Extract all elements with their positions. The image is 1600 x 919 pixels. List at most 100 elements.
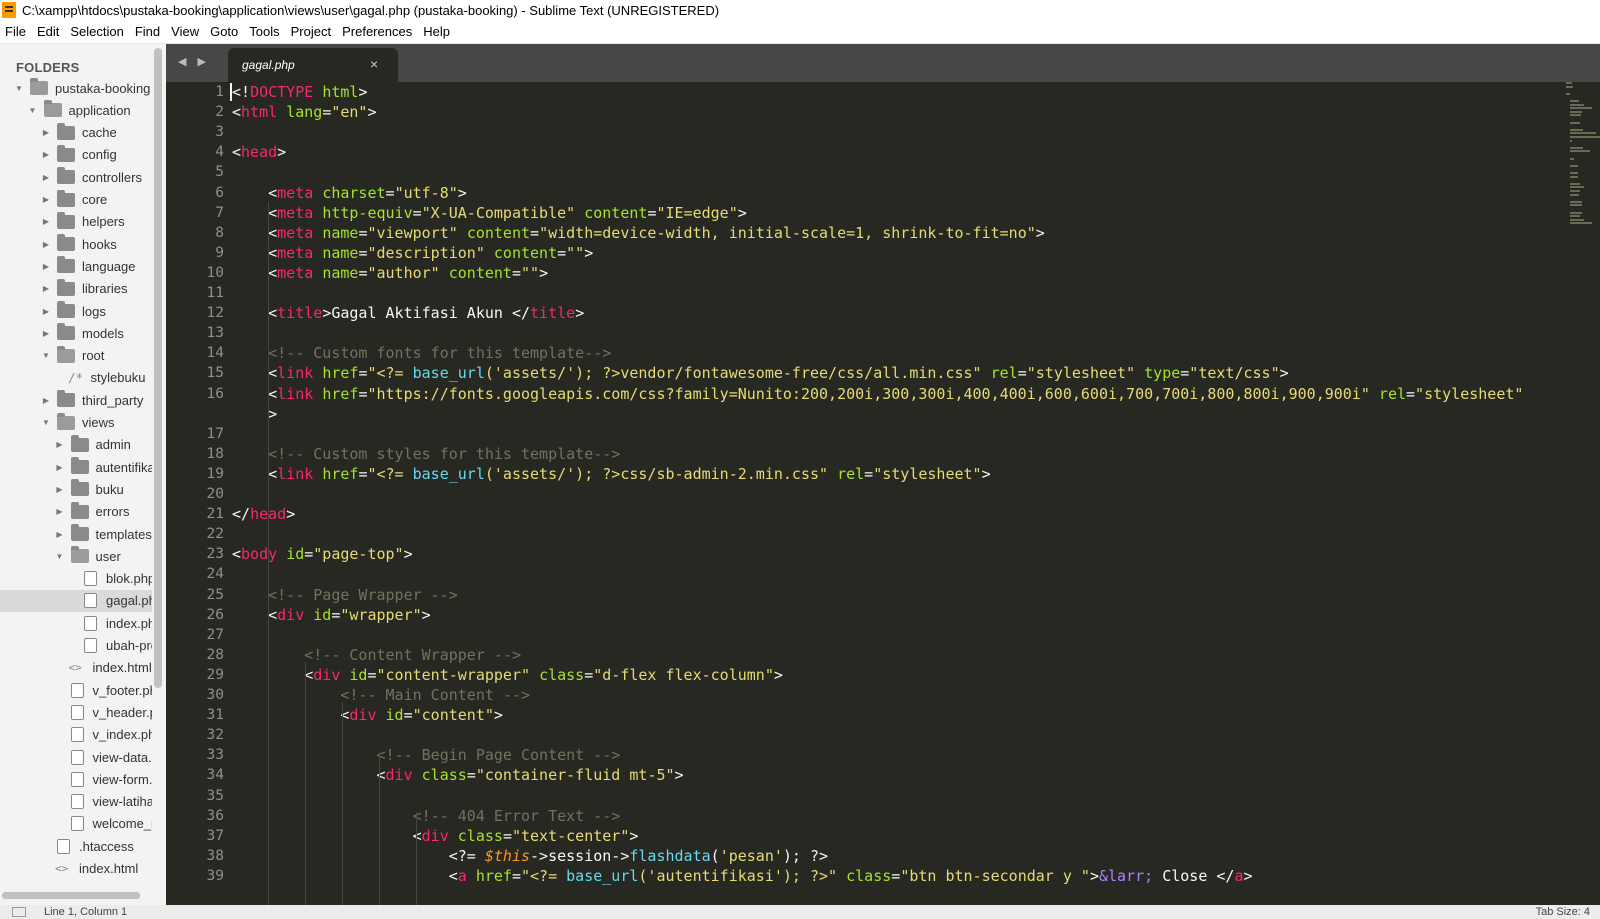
tree-item-file[interactable]: view-form.php <box>0 768 152 790</box>
tree-item-folder[interactable]: ▶ admin <box>0 434 152 456</box>
code-line[interactable]: <a href="<?= base_url('autentifikasi'); … <box>232 866 1253 886</box>
tree-item-folder[interactable]: ▼ views <box>0 412 152 434</box>
tree-item-file[interactable]: v_header.php <box>0 701 152 723</box>
tree-item-folder[interactable]: ▶ buku <box>0 478 152 500</box>
tree-item-folder[interactable]: ▶ cache <box>0 122 152 144</box>
disclosure-closed-icon[interactable]: ▶ <box>55 507 65 517</box>
tree-item-folder[interactable]: ▶ templates <box>0 523 152 545</box>
code-line[interactable]: <!-- Page Wrapper --> <box>232 585 458 605</box>
code-line[interactable]: <!-- Begin Page Content --> <box>232 745 620 765</box>
tree-item-link[interactable]: /* stylebuku <box>0 367 152 389</box>
code-line[interactable]: <head> <box>232 142 286 162</box>
code-line[interactable]: <!-- Custom styles for this template--> <box>232 444 620 464</box>
menu-view[interactable]: View <box>166 24 205 39</box>
tree-item-folder[interactable]: ▶ helpers <box>0 211 152 233</box>
tree-item-folder[interactable]: ▶ errors <box>0 501 152 523</box>
tab-close-icon[interactable]: × <box>370 56 378 72</box>
code-line[interactable]: <meta name="author" content=""> <box>232 263 548 283</box>
code-line[interactable]: <?= $this->session->flashdata('pesan'); … <box>232 846 828 866</box>
minimap[interactable] <box>1566 82 1600 242</box>
menu-file[interactable]: File <box>0 24 32 39</box>
code-line[interactable]: </head> <box>232 504 295 524</box>
code-line[interactable]: <!-- 404 Error Text --> <box>232 806 621 826</box>
code-line[interactable]: <!DOCTYPE html> <box>232 82 367 102</box>
code-line[interactable]: <!-- Custom fonts for this template--> <box>232 343 611 363</box>
disclosure-closed-icon[interactable]: ▶ <box>41 217 51 227</box>
tree-item-folder[interactable]: ▶ hooks <box>0 233 152 255</box>
code-line[interactable]: <meta http-equiv="X-UA-Compatible" conte… <box>232 203 747 223</box>
menu-project[interactable]: Project <box>286 24 337 39</box>
menu-edit[interactable]: Edit <box>32 24 65 39</box>
menu-goto[interactable]: Goto <box>205 24 244 39</box>
menu-preferences[interactable]: Preferences <box>337 24 418 39</box>
disclosure-closed-icon[interactable]: ▶ <box>41 150 51 160</box>
disclosure-open-icon[interactable]: ▼ <box>41 351 51 361</box>
tree-item-file[interactable]: view-latihan.php <box>0 791 152 813</box>
menu-tools[interactable]: Tools <box>244 24 285 39</box>
tree-item-file[interactable]: ubah-profile.php <box>0 635 152 657</box>
code-line[interactable]: <div class="text-center"> <box>232 826 639 846</box>
tree-item-folder[interactable]: ▶ core <box>0 189 152 211</box>
tree-item-folder[interactable]: ▶ libraries <box>0 278 152 300</box>
menu-help[interactable]: Help <box>418 24 456 39</box>
menu-selection[interactable]: Selection <box>65 24 129 39</box>
code-line[interactable]: <meta name="viewport" content="width=dev… <box>232 223 1045 243</box>
code-line[interactable]: > <box>232 404 277 424</box>
tree-item-file[interactable]: gagal.php <box>0 589 152 612</box>
disclosure-open-icon[interactable]: ▼ <box>41 418 51 428</box>
disclosure-closed-icon[interactable]: ▶ <box>41 172 51 182</box>
code-area[interactable]: <!DOCTYPE html> <html lang="en"> <head> <m… <box>232 82 1562 905</box>
disclosure-closed-icon[interactable]: ▶ <box>41 306 51 316</box>
sidebar-horizontal-scrollbar[interactable] <box>2 892 140 899</box>
code-line[interactable]: <title>Gagal Aktifasi Akun </title> <box>232 303 584 323</box>
code-editor[interactable]: 1 2 3 4 5 6 7 8 9 10 11 12 13 14 15 16 17 18 19 20 21 22 23 24 2… <box>166 82 1600 905</box>
tree-item-folder[interactable]: ▶ autentifikasi <box>0 456 152 478</box>
tree-item-file[interactable]: v_index.php <box>0 724 152 746</box>
tree-item-file[interactable]: welcome_message.php <box>0 813 152 835</box>
code-line[interactable]: <!-- Main Content --> <box>232 685 530 705</box>
tree-item-folder[interactable]: ▼ pustaka-booking <box>0 77 152 99</box>
code-line[interactable]: <div class="container-fluid mt-5"> <box>232 765 683 785</box>
code-line[interactable]: <link href = "<?= base_url('assets/'); ?>v… <box>232 363 1289 383</box>
disclosure-closed-icon[interactable]: ▶ <box>55 529 65 539</box>
code-line[interactable]: <link href = "<?= base_url('assets/'); ?>c… <box>232 464 991 484</box>
disclosure-closed-icon[interactable]: ▶ <box>41 395 51 405</box>
tree-item-file[interactable]: blok.php <box>0 568 152 590</box>
tree-item-folder[interactable]: ▶ controllers <box>0 166 152 188</box>
tree-item-file[interactable]: v_footer.php <box>0 679 152 701</box>
tree-item-html[interactable]: <> index.html <box>0 858 152 880</box>
tree-item-folder[interactable]: ▼ application <box>0 99 152 121</box>
disclosure-closed-icon[interactable]: ▶ <box>41 284 51 294</box>
tab-nav-arrows-icon[interactable]: ◀ ▶ <box>178 55 210 68</box>
code-line[interactable]: <div id="content-wrapper" class="d-flex … <box>232 665 783 685</box>
tree-item-folder[interactable]: ▶ language <box>0 255 152 277</box>
code-line[interactable]: <body id="page-top"> <box>232 544 413 564</box>
disclosure-open-icon[interactable]: ▼ <box>55 551 65 561</box>
tree-item-folder[interactable]: ▶ models <box>0 322 152 344</box>
tab-gagal-php[interactable]: gagal.php × <box>228 48 398 82</box>
tree-item-html[interactable]: <> index.html <box>0 657 152 679</box>
disclosure-open-icon[interactable]: ▼ <box>14 83 24 93</box>
disclosure-closed-icon[interactable]: ▶ <box>41 128 51 138</box>
disclosure-closed-icon[interactable]: ▶ <box>41 195 51 205</box>
disclosure-closed-icon[interactable]: ▶ <box>41 239 51 249</box>
tree-item-folder[interactable]: ▶ third_party <box>0 389 152 411</box>
code-line[interactable]: <meta charset="utf-8"> <box>232 183 467 203</box>
code-line[interactable]: <div id="content"> <box>232 705 503 725</box>
tree-item-file[interactable]: view-data.php <box>0 746 152 768</box>
code-line[interactable]: <link href = "https://fonts.googleapis.com… <box>232 384 1523 404</box>
tree-item-folder[interactable]: ▼ user <box>0 545 152 567</box>
code-line[interactable]: <html lang="en"> <box>232 102 377 122</box>
tree-item-file[interactable]: index.php <box>0 612 152 634</box>
disclosure-open-icon[interactable]: ▼ <box>28 105 38 115</box>
disclosure-closed-icon[interactable]: ▶ <box>41 261 51 271</box>
code-line[interactable]: <meta name="description" content=""> <box>232 243 593 263</box>
panel-toggle-icon[interactable] <box>12 907 26 917</box>
disclosure-closed-icon[interactable]: ▶ <box>41 328 51 338</box>
tab-size-indicator[interactable]: Tab Size: 4 <box>1536 906 1590 918</box>
disclosure-closed-icon[interactable]: ▶ <box>55 440 65 450</box>
tree-item-folder[interactable]: ▼ root <box>0 345 152 367</box>
tree-item-file[interactable]: .htaccess <box>0 835 152 857</box>
disclosure-closed-icon[interactable]: ▶ <box>55 462 65 472</box>
code-line[interactable]: <!-- Content Wrapper --> <box>232 645 521 665</box>
